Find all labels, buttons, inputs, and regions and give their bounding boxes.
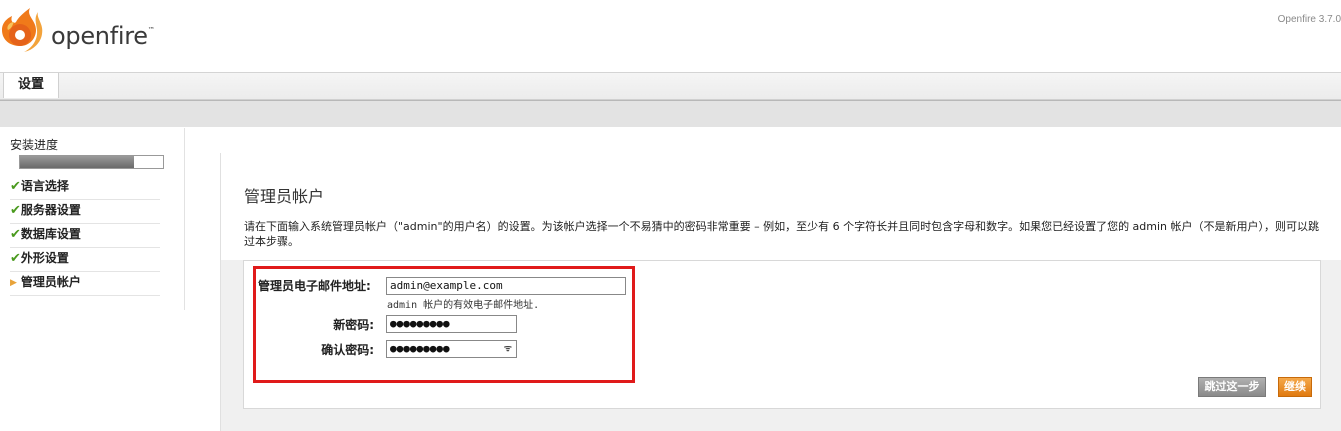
sidebar: 安装进度 ✔语言选择 ✔服务器设置 ✔数据库设置 ✔外形设置 ▶ 管理员帐户	[0, 128, 185, 310]
sidebar-item-server[interactable]: ✔服务器设置	[10, 200, 160, 224]
openfire-flame-icon	[2, 8, 43, 52]
sidebar-item-database[interactable]: ✔数据库设置	[10, 224, 160, 248]
subnav-bar	[0, 100, 1341, 127]
page-description: 请在下面输入系统管理员帐户（"admin"的用户名）的设置。为该帐户选择一个不易…	[244, 220, 1320, 248]
check-icon: ✔	[10, 227, 21, 242]
version-label: Openfire 3.7.0	[1277, 14, 1341, 25]
check-icon: ✔	[10, 203, 21, 218]
confirm-password-label: 确认密码:	[321, 343, 374, 357]
check-icon: ✔	[10, 251, 21, 266]
current-step-arrow-icon: ▶	[10, 278, 17, 288]
openfire-logo-text: openfire™	[51, 22, 155, 50]
skip-button[interactable]: 跳过这一步	[1198, 377, 1266, 397]
email-help-text: admin 帐户的有效电子邮件地址.	[387, 300, 540, 311]
sidebar-item-admin-account[interactable]: ▶ 管理员帐户	[10, 272, 160, 296]
tab-setup[interactable]: 设置	[3, 73, 59, 98]
sidebar-item-appearance[interactable]: ✔外形设置	[10, 248, 160, 272]
confirm-password-field[interactable]: ●●●●●●●●● ᯤ	[386, 340, 517, 358]
main-panel: 管理员帐户 请在下面输入系统管理员帐户（"admin"的用户名）的设置。为该帐户…	[220, 153, 1341, 431]
install-progress-fill	[20, 156, 135, 168]
admin-form-panel: 管理员电子邮件地址: admin@example.com admin 帐户的有效…	[243, 260, 1321, 409]
header: openfire™ Openfire 3.7.0	[0, 0, 1341, 72]
continue-button[interactable]: 继续	[1278, 377, 1312, 397]
key-icon: ᯤ	[503, 344, 512, 354]
email-label: 管理员电子邮件地址:	[258, 279, 371, 293]
sidebar-item-language[interactable]: ✔语言选择	[10, 176, 160, 200]
sidebar-title: 安装进度	[10, 138, 59, 152]
tab-bar: 设置	[0, 73, 1341, 100]
page-title: 管理员帐户	[244, 187, 325, 206]
password-label: 新密码:	[333, 318, 374, 332]
install-progress-bar	[19, 155, 164, 169]
check-icon: ✔	[10, 179, 21, 194]
email-field[interactable]: admin@example.com	[386, 277, 626, 295]
password-field[interactable]: ●●●●●●●●●	[386, 315, 517, 333]
